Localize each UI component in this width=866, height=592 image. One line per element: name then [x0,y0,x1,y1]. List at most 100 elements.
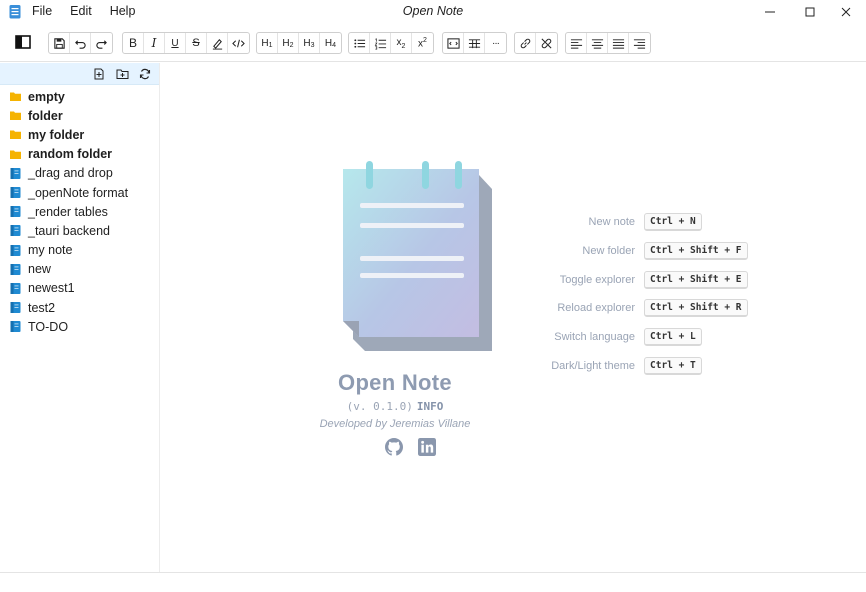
explorer-item-label: random folder [28,147,113,162]
explorer-note[interactable]: _tauri backend [0,221,159,240]
menu-file[interactable]: File [32,4,52,18]
save-button[interactable] [49,33,70,53]
table-button[interactable] [464,33,485,53]
code-block-icon [446,37,460,49]
shortcut-keys: Ctrl + Shift + R [644,299,748,318]
reload-icon [139,68,151,80]
highlight-button[interactable] [207,33,228,53]
align-right-button[interactable] [629,33,650,53]
reload-button[interactable] [138,67,152,81]
close-icon [841,7,851,16]
align-justify-button[interactable] [608,33,629,53]
note-icon [10,187,21,199]
explorer-note[interactable]: _openNote format [0,183,159,202]
shortcut-label: New note [588,216,635,228]
more-button[interactable]: ··· [485,33,506,53]
shortcut-row: Switch language Ctrl + L [520,327,750,347]
explorer-note[interactable]: TO-DO [0,317,159,336]
new-folder-button[interactable] [115,67,129,81]
explorer-note[interactable]: test2 [0,298,159,317]
code-block-button[interactable] [443,33,464,53]
shortcut-keys: Ctrl + L [644,328,702,347]
minimize-button[interactable] [750,0,790,23]
italic-button[interactable]: I [144,33,165,53]
folder-icon [10,130,21,140]
title-bar: File Edit Help Open Note [0,0,866,23]
table-icon [468,38,480,48]
redo-icon [96,39,107,49]
explorer-note[interactable]: newest1 [0,279,159,298]
heading-4-icon: H4 [324,37,337,49]
shortcut-row: New folder Ctrl + Shift + F [520,241,750,261]
explorer-folder[interactable]: folder [0,106,159,125]
toggle-explorer-button[interactable] [13,32,33,52]
heading-3-button[interactable]: H3 [299,33,320,53]
explorer-item-label: new [28,262,51,277]
note-icon [10,167,21,179]
explorer-item-label: _drag and drop [28,166,113,181]
explorer-folder[interactable]: my folder [0,125,159,144]
underline-icon: U [171,37,179,49]
editor-toolbar: B I U S H1 H2 H3 H4 x2 x2 ··· [0,23,866,62]
explorer-note[interactable]: new [0,260,159,279]
explorer-item-label: _tauri backend [28,223,111,238]
bold-button[interactable]: B [123,33,144,53]
redo-button[interactable] [91,33,112,53]
heading-2-icon: H2 [282,37,294,49]
developer-credit: Developed by Jeremias Villane [319,418,471,430]
explorer-item-label: empty [28,89,65,104]
close-button[interactable] [826,0,866,23]
file-explorer: empty folder my folder random folder _drag a… [0,63,160,572]
undo-icon [74,39,86,49]
unlink-button[interactable] [536,33,557,53]
align-center-button[interactable] [587,33,608,53]
info-link[interactable]: INFO [417,400,444,413]
shortcut-row: Reload explorer Ctrl + Shift + R [520,298,750,318]
explorer-list: empty folder my folder random folder _drag a… [0,85,159,336]
subscript-icon: x2 [396,36,406,50]
shortcut-row: New note Ctrl + N [520,212,750,232]
heading-4-button[interactable]: H4 [320,33,341,53]
shortcut-keys: Ctrl + N [644,213,702,231]
maximize-button[interactable] [790,0,830,23]
align-group [565,32,651,54]
app-icon [9,5,21,19]
explorer-item-label: _render tables [28,204,108,219]
bullet-list-button[interactable] [349,33,370,53]
subscript-button[interactable]: x2 [391,33,412,53]
align-left-button[interactable] [566,33,587,53]
undo-button[interactable] [70,33,91,53]
new-note-button[interactable] [92,67,106,81]
strikethrough-button[interactable]: S [186,33,207,53]
numbered-list-button[interactable] [370,33,391,53]
superscript-button[interactable]: x2 [412,33,433,53]
heading-group: H1 H2 H3 H4 [256,32,342,54]
shortcut-row: Toggle explorer Ctrl + Shift + E [520,270,750,290]
version-text: (v. 0.1.0) [346,400,413,413]
note-icon [10,263,21,275]
inline-code-button[interactable] [228,33,249,53]
heading-1-button[interactable]: H1 [257,33,278,53]
link-button[interactable] [515,33,536,53]
explorer-folder[interactable]: random folder [0,145,159,164]
align-right-icon [633,38,646,49]
new-folder-icon [116,69,128,79]
shortcut-label: New folder [582,244,635,257]
explorer-note[interactable]: my note [0,241,159,260]
github-icon[interactable] [385,438,403,456]
linkedin-icon[interactable] [418,438,436,456]
heading-2-button[interactable]: H2 [278,33,299,53]
align-left-icon [570,38,582,49]
explorer-note[interactable]: _render tables [0,202,159,221]
explorer-note[interactable]: _drag and drop [0,164,159,183]
menu-help[interactable]: Help [110,4,136,18]
link-group [514,32,558,54]
save-icon [53,37,65,49]
menu-edit[interactable]: Edit [70,4,92,18]
align-center-icon [591,38,603,49]
menu-bar: File Edit Help [32,4,135,18]
superscript-icon: x2 [418,36,427,50]
explorer-folder[interactable]: empty [0,87,159,106]
underline-button[interactable]: U [165,33,186,53]
status-bar [0,572,866,592]
